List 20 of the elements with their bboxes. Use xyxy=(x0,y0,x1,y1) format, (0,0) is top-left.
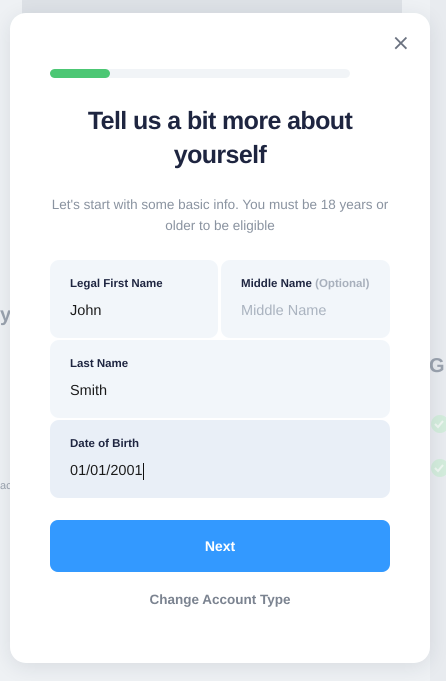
backdrop-text: G xyxy=(429,355,445,378)
dialog-title: Tell us a bit more about yourself xyxy=(86,106,354,171)
dialog-subtitle: Let's start with some basic info. You must be 18 years or older to be eligible xyxy=(50,196,390,235)
input-field[interactable]: Last Name Smith xyxy=(50,340,390,418)
input-field[interactable]: Legal First Name John xyxy=(50,260,218,338)
field-label: Last Name xyxy=(70,358,130,370)
field-value: 01/01/2001 xyxy=(70,463,143,479)
input-field[interactable]: Date of Birth 01/01/2001 xyxy=(50,420,390,498)
field-placeholder: Middle Name xyxy=(241,303,326,319)
field-label: Middle Name (Optional) xyxy=(241,278,370,290)
field-label: Date of Birth xyxy=(70,438,140,450)
input-field[interactable]: Middle Name (Optional) Middle Name xyxy=(221,260,390,338)
check-icon xyxy=(430,414,446,434)
close-button[interactable]: × xyxy=(388,31,414,57)
field-label: Legal First Name xyxy=(70,278,164,290)
change-account-type-link[interactable]: Change Account Type xyxy=(149,592,290,607)
check-icon xyxy=(430,458,446,478)
field-value: Smith xyxy=(70,383,108,399)
backdrop-text: y xyxy=(0,304,12,327)
field-value: John xyxy=(70,303,102,319)
